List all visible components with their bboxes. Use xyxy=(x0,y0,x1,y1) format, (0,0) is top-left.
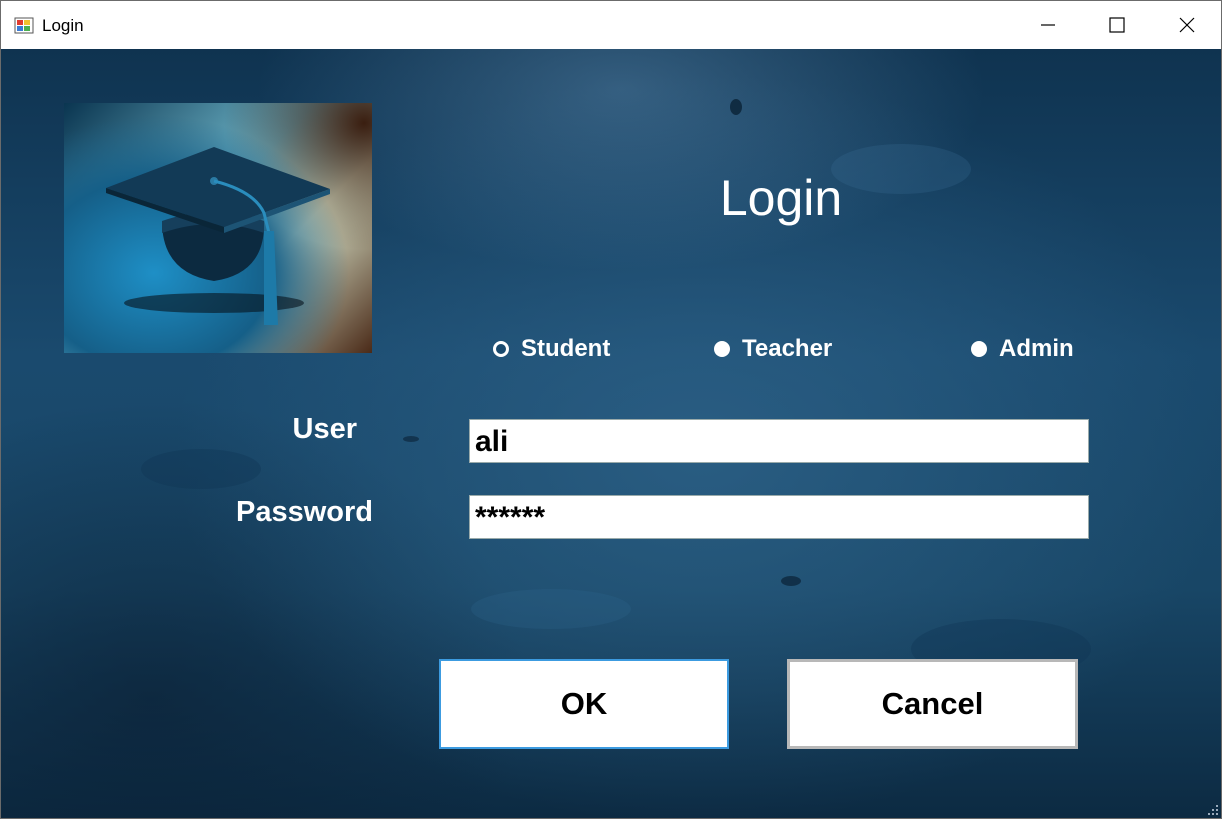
login-window: Login Login Student Teacher Admin User P… xyxy=(0,0,1222,819)
radio-student-label: Student xyxy=(521,335,611,362)
user-input[interactable]: ali xyxy=(469,419,1089,463)
radio-teacher[interactable]: Teacher xyxy=(714,335,832,363)
close-icon xyxy=(1179,17,1195,33)
cancel-button[interactable]: Cancel xyxy=(787,659,1078,749)
radio-button-selected[interactable] xyxy=(493,341,509,357)
minimize-icon xyxy=(1041,24,1055,26)
ok-button[interactable]: OK xyxy=(439,659,729,749)
radio-teacher-label: Teacher xyxy=(742,335,833,362)
login-heading: Login xyxy=(719,170,843,226)
user-label: User xyxy=(292,413,358,445)
graduation-cap-logo xyxy=(64,103,372,353)
maximize-icon xyxy=(1109,17,1125,33)
radio-admin[interactable]: Admin xyxy=(971,335,1074,363)
minimize-button[interactable] xyxy=(1013,1,1083,49)
radio-button[interactable] xyxy=(714,341,730,357)
maximize-button[interactable] xyxy=(1082,1,1152,49)
resize-grip-icon[interactable] xyxy=(1207,804,1219,816)
close-button[interactable] xyxy=(1152,1,1221,49)
password-input[interactable]: ****** xyxy=(469,495,1089,539)
password-label: Password xyxy=(236,496,373,528)
window-title: Login xyxy=(42,16,84,35)
form-client-area: Login Student Teacher Admin User Passwor… xyxy=(1,49,1221,818)
title-bar[interactable]: Login xyxy=(1,1,1221,49)
radio-button[interactable] xyxy=(971,341,987,357)
radio-student[interactable]: Student xyxy=(493,335,610,363)
graduation-cap-icon xyxy=(106,147,330,325)
windows-form-icon[interactable] xyxy=(14,15,34,35)
radio-admin-label: Admin xyxy=(999,335,1074,362)
